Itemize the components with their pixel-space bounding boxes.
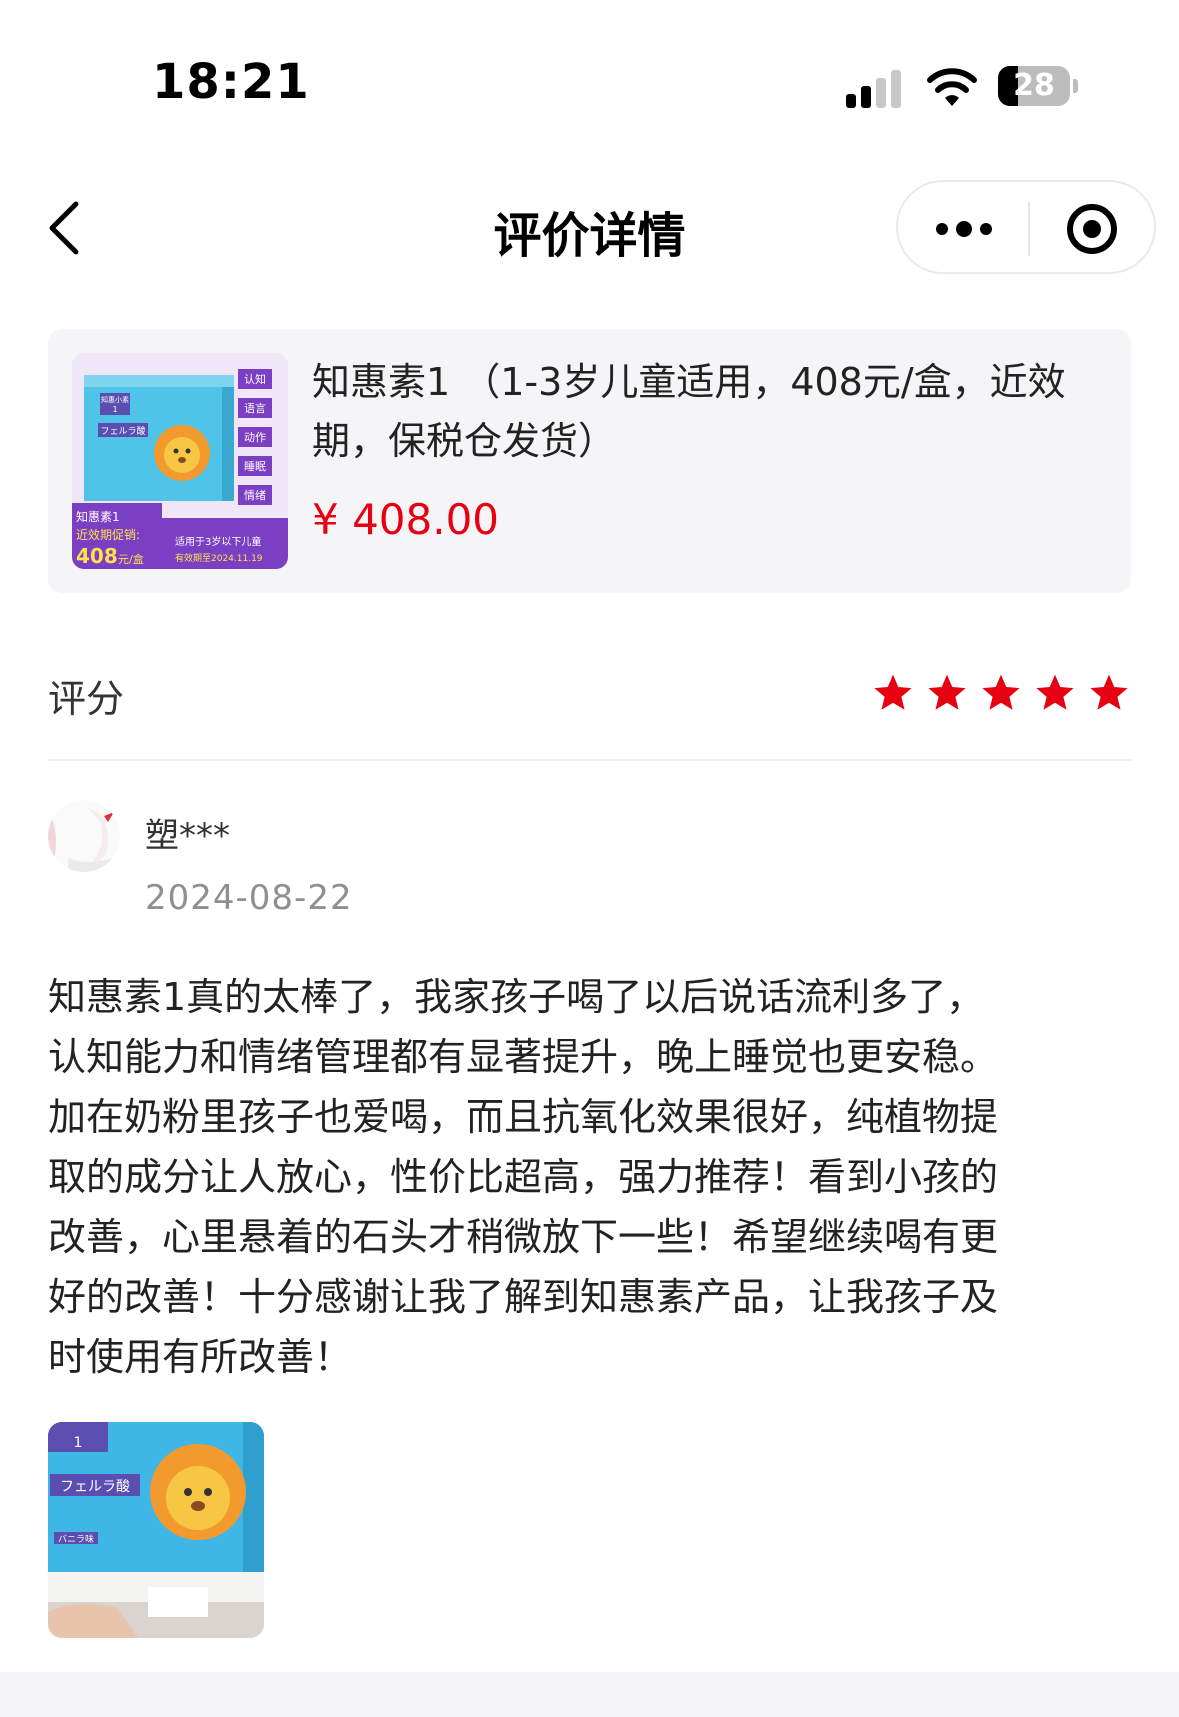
section-divider xyxy=(48,759,1131,761)
star-icon xyxy=(1090,674,1128,710)
battery-level: 28 xyxy=(1013,68,1055,103)
star-icon xyxy=(874,674,912,710)
avatar xyxy=(48,800,120,872)
star-icon xyxy=(928,674,966,710)
mini-program-capsule xyxy=(896,180,1156,274)
more-button[interactable] xyxy=(928,204,1000,254)
product-card[interactable]: 知惠小素 1 フェルラ酸 认知 语言 动作 睡眠 情绪 知惠素1 近效期促销: … xyxy=(48,329,1131,593)
tag-text: 动作 xyxy=(244,431,266,444)
more-dots-icon xyxy=(936,223,948,235)
box-brand: 知惠小素 xyxy=(101,395,129,404)
photo-box-label: フェルラ酸 xyxy=(60,1479,130,1495)
bottom-area xyxy=(0,1672,1179,1717)
target-circle-icon xyxy=(1083,220,1101,238)
rating-label: 评分 xyxy=(48,677,125,721)
product-price: ¥ 408.00 xyxy=(312,495,500,544)
capsule-divider xyxy=(1028,202,1030,256)
box-label: フェルラ酸 xyxy=(100,426,145,437)
reviewer-name: 塑*** xyxy=(145,816,230,856)
promo-line: 近效期促销: xyxy=(76,527,140,542)
product-name: 知惠素1 （1-3岁儿童适用，408元/盒，近效期，保税仓发货） xyxy=(312,360,1066,463)
tag-text: 情绪 xyxy=(244,488,266,502)
promo-unit: 元/盒 xyxy=(118,552,144,566)
status-time: 18:21 xyxy=(152,54,310,110)
wifi-icon xyxy=(927,68,977,106)
battery-icon: 28 xyxy=(998,66,1080,108)
promo-price: 408 xyxy=(76,544,118,568)
promo-note-1: 适用于3岁以下儿童 xyxy=(175,535,261,548)
star-icon xyxy=(982,674,1020,710)
tag-text: 语言 xyxy=(244,402,266,415)
cellular-signal-icon xyxy=(846,68,904,108)
photo-box-number: 1 xyxy=(74,1435,83,1451)
star-icon xyxy=(1036,674,1074,710)
photo-box-flavor: バニラ味 xyxy=(58,1533,94,1545)
more-dots-icon xyxy=(956,221,972,237)
star-rating xyxy=(872,672,1132,718)
tag-text: 认知 xyxy=(244,372,266,386)
product-image: 知惠小素 1 フェルラ酸 认知 语言 动作 睡眠 情绪 知惠素1 近效期促销: … xyxy=(72,353,288,569)
review-text: 知惠素1真的太棒了，我家孩子喝了以后说话流利多了， 认知能力和情绪管理都有显著提… xyxy=(48,975,999,1379)
review-date: 2024-08-22 xyxy=(145,878,353,918)
promo-note-2: 有效期至2024.11.19 xyxy=(175,552,263,564)
tag-text: 睡眠 xyxy=(244,460,266,473)
box-number: 1 xyxy=(112,405,117,414)
close-miniprogram-button[interactable] xyxy=(1064,201,1120,257)
promo-title: 知惠素1 xyxy=(76,510,120,524)
more-dots-icon xyxy=(980,223,992,235)
review-photo[interactable]: 1 フェルラ酸 バニラ味 xyxy=(48,1422,264,1638)
